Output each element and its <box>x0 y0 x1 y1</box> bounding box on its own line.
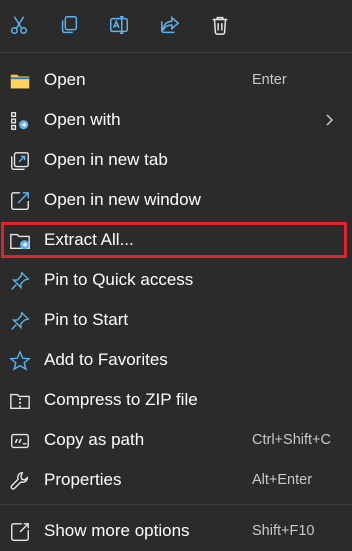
new-window-icon <box>9 190 31 212</box>
shortcut-text: Alt+Enter <box>252 472 313 488</box>
menu-item-label: Pin to Quick access <box>44 270 194 289</box>
separator <box>0 504 352 505</box>
copy-icon[interactable] <box>55 10 83 40</box>
menu-item-label: Compress to ZIP file <box>44 390 198 409</box>
menu-item-label: Open in new window <box>44 190 201 209</box>
context-toolbar <box>0 0 352 52</box>
delete-icon[interactable] <box>206 10 234 40</box>
cut-icon[interactable] <box>5 10 33 40</box>
wrench-icon <box>9 470 31 492</box>
shortcut-text: Ctrl+Shift+C <box>252 432 331 448</box>
menu-item-label: Open in new tab <box>44 150 168 169</box>
open-with-icon <box>9 110 31 132</box>
copy-path-icon <box>9 430 31 452</box>
pin-start-icon <box>9 310 31 332</box>
menu-item-copy-path[interactable]: Copy as path Ctrl+Shift+C <box>0 420 352 460</box>
menu-item-label: Pin to Start <box>44 310 129 329</box>
share-icon[interactable] <box>156 10 184 40</box>
star-icon <box>9 350 31 372</box>
menu-item-label: Open with <box>44 110 121 129</box>
menu-item-pin-quick-access[interactable]: Pin to Quick access <box>0 260 352 300</box>
shortcut-text: Shift+F10 <box>252 523 315 539</box>
menu-item-label: Copy as path <box>44 430 145 449</box>
menu-item-add-favorites[interactable]: Add to Favorites <box>0 340 352 380</box>
menu-item-compress-zip[interactable]: Compress to ZIP file <box>0 380 352 420</box>
more-options-icon <box>9 521 31 543</box>
menu-item-open-new-window[interactable]: Open in new window <box>0 180 352 220</box>
menu-item-open-new-tab[interactable]: Open in new tab <box>0 140 352 180</box>
menu-item-show-more-options[interactable]: Show more options Shift+F10 <box>0 511 352 551</box>
menu-item-label: Add to Favorites <box>44 350 168 369</box>
chevron-right-icon <box>326 114 334 126</box>
menu-item-label: Open <box>44 70 86 89</box>
menu-item-label: Show more options <box>44 521 190 540</box>
menu-item-label: Properties <box>44 470 122 489</box>
zip-folder-icon <box>9 390 31 412</box>
shortcut-text: Enter <box>252 72 287 88</box>
separator <box>0 52 352 53</box>
highlight-box <box>1 222 347 258</box>
pin-icon <box>9 270 31 292</box>
menu-item-open[interactable]: Open Enter <box>0 60 352 100</box>
menu-item-properties[interactable]: Properties Alt+Enter <box>0 460 352 500</box>
menu-item-open-with[interactable]: Open with <box>0 100 352 140</box>
rename-icon[interactable] <box>105 10 133 40</box>
menu-item-pin-start[interactable]: Pin to Start <box>0 300 352 340</box>
new-tab-icon <box>9 150 31 172</box>
folder-icon <box>9 70 31 92</box>
